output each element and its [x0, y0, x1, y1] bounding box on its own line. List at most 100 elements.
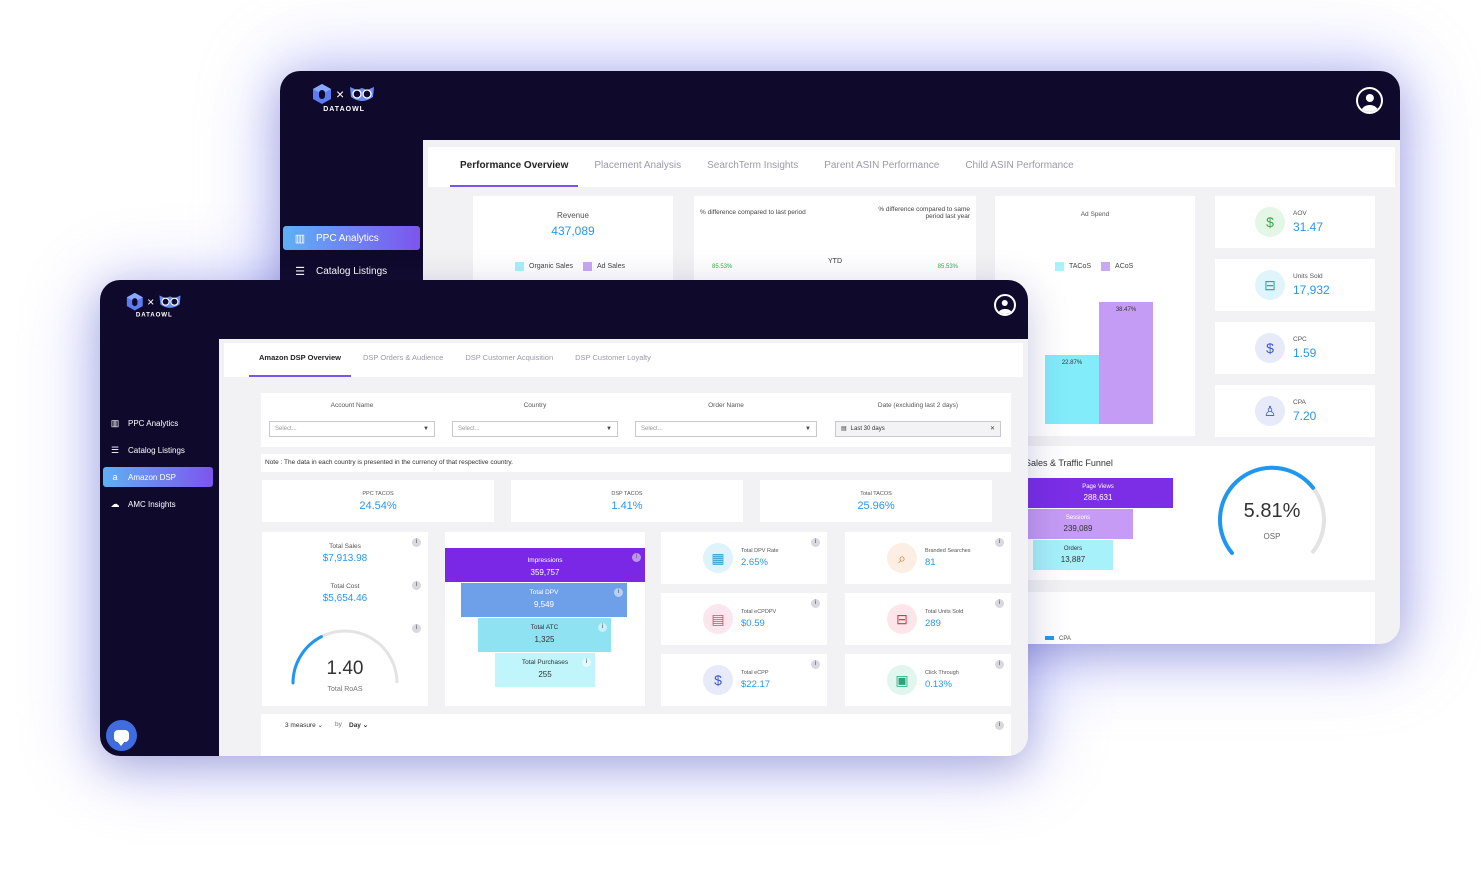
sidebar-item-amazon-dsp[interactable]: a Amazon DSP — [103, 467, 213, 487]
day-dropdown[interactable]: Day ⌄ — [349, 721, 368, 729]
calendar-icon: ▤ — [841, 426, 847, 432]
total-sales-value: $7,913.98 — [322, 553, 368, 564]
info-icon[interactable]: i — [995, 721, 1004, 730]
coin-click-icon: $ — [1255, 333, 1285, 363]
trend-card: i 3 measure ⌄ by Day ⌄ — [261, 714, 1011, 756]
diff-right-value: 85.53% — [937, 264, 958, 270]
sidebar-item-ppc-analytics[interactable]: ▥ PPC Analytics — [103, 413, 213, 433]
tab-performance-overview[interactable]: Performance Overview — [449, 160, 579, 187]
kpi-label: AOV — [1293, 210, 1307, 217]
metric-label: Total eCPDPV — [741, 609, 777, 615]
legend-tacos: TACoS — [1055, 262, 1091, 271]
front-topbar: × DATAOWL — [100, 280, 1028, 339]
tacos-bar: 22.87% — [1045, 355, 1099, 424]
sidebar-item-catalog-listings[interactable]: ☰ Catalog Listings — [103, 440, 213, 460]
tab-dsp-customer-loyalty[interactable]: DSP Customer Loyalty — [575, 353, 651, 377]
tacos-value: 25.96% — [857, 500, 895, 512]
sidebar-item-label: PPC Analytics — [128, 418, 179, 428]
info-icon[interactable]: i — [598, 623, 607, 632]
funnel-label: Total Purchases — [521, 659, 569, 666]
back-topbar: × DATAOWL — [280, 71, 1400, 140]
metric-text: Total eCPDPV $0.59 — [741, 609, 776, 629]
cost-page-icon: ▤ — [703, 604, 733, 634]
bottom-chart-card: CPA — [1021, 592, 1375, 644]
tab-searchterm-insights[interactable]: SearchTerm Insights — [707, 160, 798, 187]
by-label: by — [335, 721, 342, 728]
metric-value: 0.13% — [925, 679, 952, 690]
front-nav: ▥ PPC Analytics ☰ Catalog Listings a Amazon D… — [100, 413, 219, 521]
tab-dsp-orders-audience[interactable]: DSP Orders & Audience — [363, 353, 443, 377]
info-icon[interactable]: i — [995, 599, 1004, 608]
tab-amazon-dsp-overview[interactable]: Amazon DSP Overview — [249, 353, 351, 377]
acos-bar-label: 38.47% — [1115, 307, 1137, 314]
sidebar-item-label: Amazon DSP — [128, 472, 177, 482]
datadive-logo-icon — [126, 292, 143, 311]
sidebar-item-ppc-analytics[interactable]: ▥ PPC Analytics — [283, 226, 420, 250]
funnel-value: 9,549 — [533, 600, 555, 609]
diff-last-period-label: % difference compared to last period — [700, 209, 806, 216]
chat-button[interactable] — [106, 720, 137, 751]
metric-label: Click Through — [925, 670, 959, 676]
tab-parent-asin-performance[interactable]: Parent ASIN Performance — [824, 160, 939, 187]
sidebar-item-amc-insights[interactable]: ☁ AMC Insights — [103, 494, 213, 514]
logo-wordmark: DATAOWL — [135, 312, 173, 319]
funnel-impressions: i Impressions 359,757 — [445, 548, 645, 582]
logo-wordmark: DATAOWL — [323, 106, 365, 113]
tacos-value: 1.41% — [611, 500, 643, 512]
front-logo[interactable]: × DATAOWL — [126, 292, 182, 318]
user-avatar-icon[interactable] — [994, 294, 1016, 316]
amazon-icon: a — [112, 472, 118, 482]
tab-dsp-customer-acquisition[interactable]: DSP Customer Acquisition — [465, 353, 553, 377]
total-cost-value: $5,654.46 — [322, 593, 368, 604]
metric-text: Branded Searches 81 — [925, 548, 971, 568]
roas-value: 1.40 — [326, 658, 364, 679]
account-name-select[interactable]: Select... ▼ — [269, 421, 435, 437]
ytd-label: YTD — [828, 258, 842, 265]
info-icon[interactable]: i — [582, 658, 591, 667]
info-icon[interactable]: i — [412, 538, 421, 547]
info-icon[interactable]: i — [412, 581, 421, 590]
osp-value: 5.81% — [1243, 500, 1301, 522]
tab-child-asin-performance[interactable]: Child ASIN Performance — [965, 160, 1073, 187]
info-icon[interactable]: i — [614, 588, 623, 597]
date-select[interactable]: ▤ Last 30 days ✕ — [835, 421, 1001, 437]
info-icon[interactable]: i — [995, 538, 1004, 547]
kpi-text: Units Sold 17,932 — [1293, 273, 1330, 297]
sidebar-item-label: Catalog Listings — [128, 445, 185, 455]
measure-dropdown[interactable]: 3 measure ⌄ — [285, 721, 323, 729]
info-icon[interactable]: i — [412, 624, 421, 633]
country-select[interactable]: Select... ▼ — [452, 421, 618, 437]
chevron-down-icon: ▼ — [423, 426, 429, 432]
chevron-down-icon: ▼ — [606, 426, 612, 432]
kpi-value: 17,932 — [1293, 283, 1330, 297]
diff-last-year-label: % difference compared to same period las… — [878, 206, 970, 220]
chevron-down-icon: ▼ — [805, 426, 811, 432]
info-icon[interactable]: i — [811, 660, 820, 669]
order-name-select[interactable]: Select... ▼ — [635, 421, 817, 437]
kpi-value: 31.47 — [1293, 220, 1324, 234]
sidebar-item-label: PPC Analytics — [316, 232, 379, 244]
bar-chart-icon: ▥ — [110, 417, 120, 428]
osp-label: OSP — [1263, 532, 1281, 541]
funnel-label: Impressions — [527, 557, 563, 564]
tab-placement-analysis[interactable]: Placement Analysis — [594, 160, 681, 187]
info-icon[interactable]: i — [811, 538, 820, 547]
diff-left-value: 85.53% — [712, 264, 733, 270]
funnel-sessions: Sessions 239,089 — [1023, 509, 1133, 539]
kpi-label: Units Sold — [1293, 273, 1323, 280]
user-avatar-icon[interactable] — [1356, 87, 1383, 114]
metric-card-total-units-sold: i ⊟ Total Units Sold 289 — [845, 593, 1011, 645]
order-name-label: Order Name — [708, 402, 744, 409]
currency-note: Note : The data in each country is prese… — [261, 454, 1011, 472]
ad-spend-legend: TACoS ACoS — [1055, 262, 1133, 271]
funnel-value: 359,757 — [530, 568, 560, 577]
back-logo[interactable]: × DATAOWL — [312, 83, 376, 113]
funnel-label: Total DPV — [529, 589, 559, 596]
info-icon[interactable]: i — [995, 660, 1004, 669]
total-cost-label: Total Cost — [330, 583, 360, 590]
metric-card-branded-searches: i ⌕ Branded Searches 81 — [845, 532, 1011, 584]
tacos-bar-label: 22.87% — [1061, 360, 1083, 367]
revenue-value: 437,089 — [551, 224, 595, 238]
info-icon[interactable]: i — [811, 599, 820, 608]
info-icon[interactable]: i — [632, 553, 641, 562]
